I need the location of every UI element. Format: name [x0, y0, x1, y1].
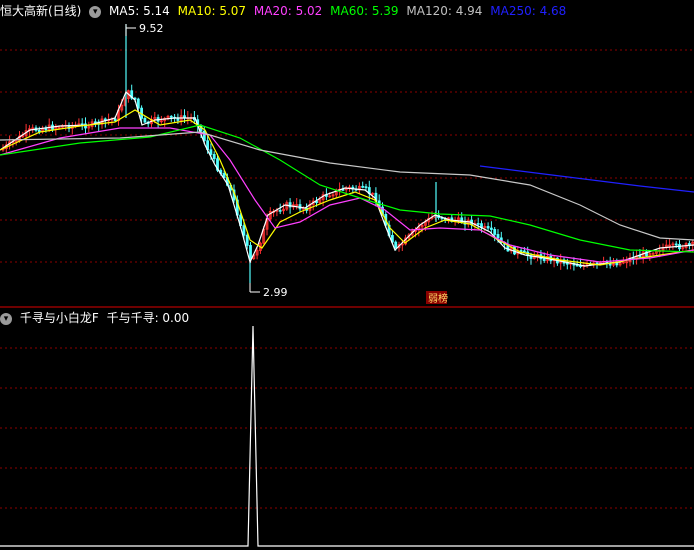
indicator-dropdown-icon[interactable]: ▾: [0, 312, 12, 325]
ma250-line: [479, 165, 694, 193]
price-markers: 9.52 2.99: [125, 22, 288, 299]
ma120-label: MA120: 4.94: [406, 4, 483, 18]
sub-panel-header: ▾ 千寻与小白龙F 千与千寻: 0.00: [0, 309, 193, 327]
ma250-label: MA250: 4.68: [490, 4, 567, 18]
weak-list-badge[interactable]: 弱榜: [426, 291, 448, 305]
sub-panel-value: 千与千寻: 0.00: [106, 311, 190, 325]
ma5-line: [0, 90, 694, 267]
badge-label: 弱榜: [428, 292, 448, 305]
ma120-line: [0, 131, 694, 241]
candlestick-series: [1, 24, 694, 283]
kline-chart-canvas[interactable]: 9.52 2.99 弱榜: [0, 0, 694, 550]
indicator-dropdown-icon[interactable]: ▾: [89, 5, 102, 18]
stock-title[interactable]: 恒大高新(日线): [0, 4, 81, 18]
moving-average-lines: [0, 90, 694, 267]
main-panel-header: 恒大高新(日线) ▾ MA5: 5.14 MA10: 5.07 MA20: 5.…: [0, 2, 570, 20]
high-price-label: 9.52: [139, 22, 164, 35]
low-price-label: 2.99: [263, 286, 288, 299]
ma60-label: MA60: 5.39: [330, 4, 399, 18]
ma20-label: MA20: 5.02: [253, 4, 323, 18]
ma5-label: MA5: 5.14: [109, 4, 170, 18]
sub-panel-title[interactable]: 千寻与小白龙F: [20, 311, 99, 325]
indicator-spike-line: [0, 325, 694, 547]
ma10-label: MA10: 5.07: [177, 4, 247, 18]
